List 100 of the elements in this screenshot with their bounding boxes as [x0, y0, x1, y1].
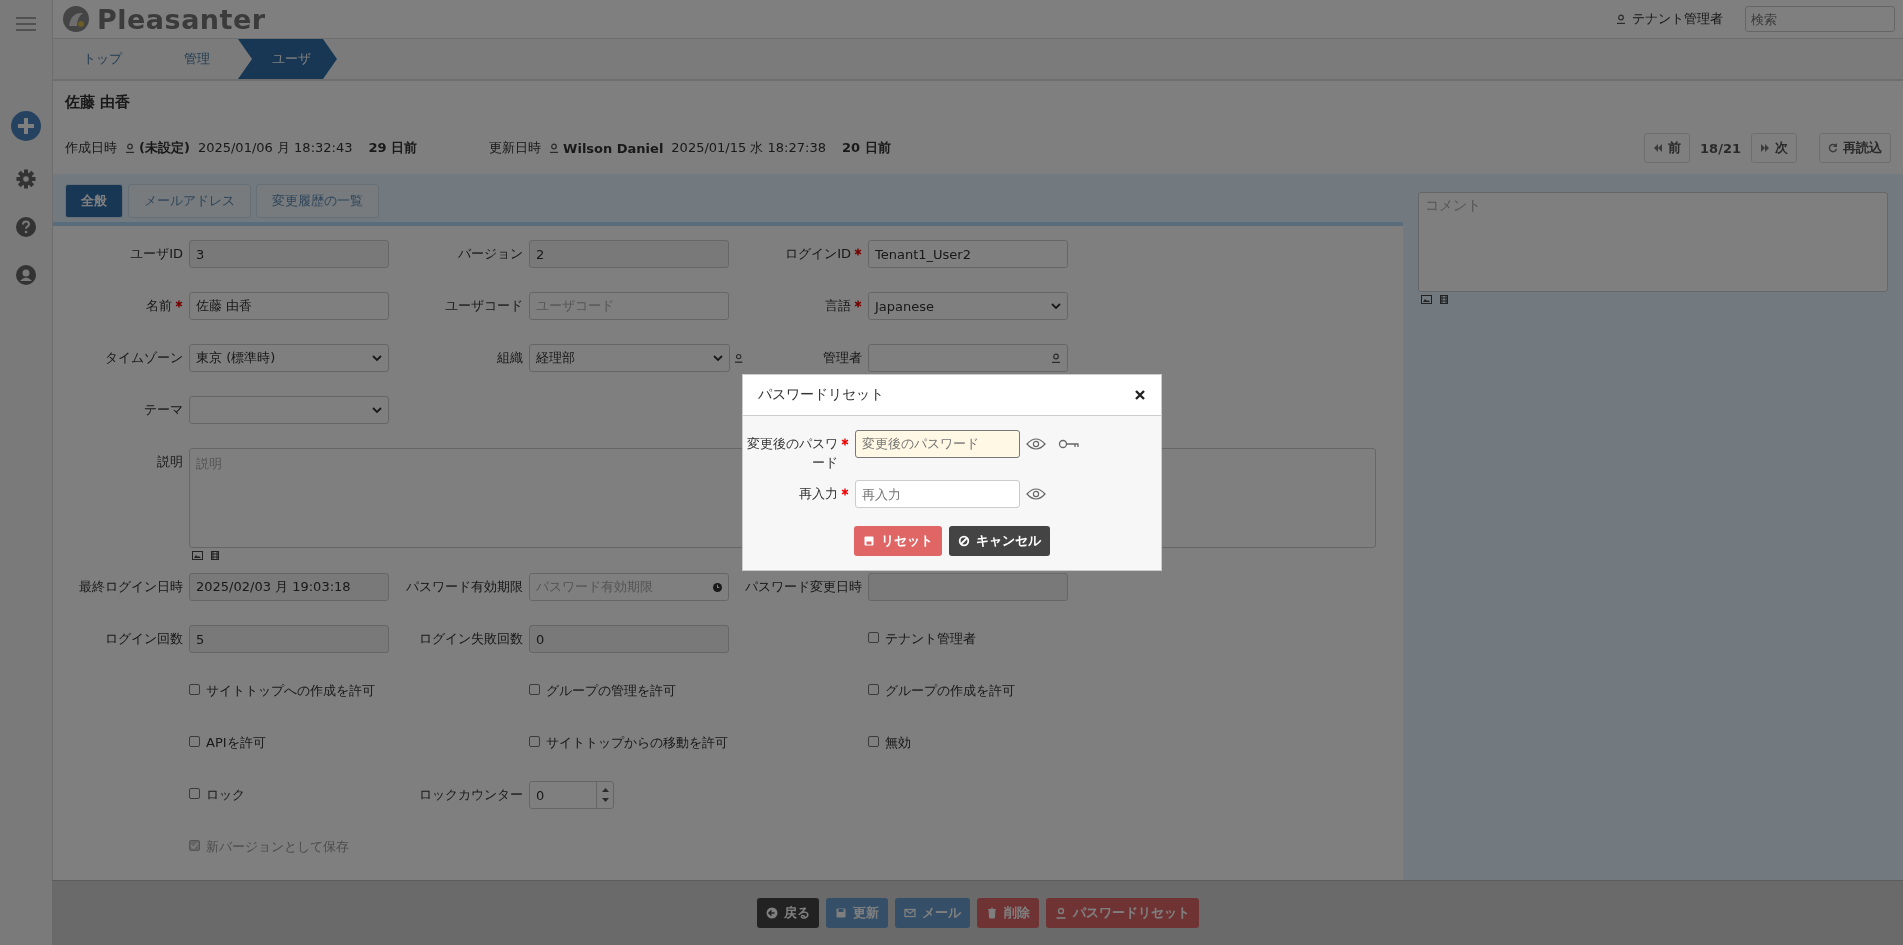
checkbox-label: 無効: [885, 734, 911, 752]
film-icon[interactable]: [1440, 295, 1448, 304]
field-label: 再入力: [798, 485, 838, 504]
text-field[interactable]: 2025/02/03 月 19:03:18: [189, 573, 389, 601]
password-field[interactable]: 再入力: [854, 480, 1020, 509]
envelope-icon: [903, 907, 916, 919]
user-icon: [125, 143, 135, 153]
field-label: 変更後のパスワード: [745, 434, 838, 472]
field-label: 名前: [146, 297, 172, 315]
trash-icon: [985, 907, 998, 919]
dialog-title: パスワードリセット: [757, 385, 884, 404]
logo-icon: [61, 4, 91, 34]
datetime-text: 2025/01/15 水 18:27:38: [671, 139, 826, 157]
menu-icon[interactable]: [16, 17, 36, 31]
help-icon[interactable]: [16, 217, 36, 237]
update-button[interactable]: 更新: [825, 898, 888, 928]
caret-icon: [712, 354, 723, 362]
checkbox[interactable]: [868, 736, 879, 747]
text-field[interactable]: 佐藤 由香: [189, 292, 389, 320]
checkbox[interactable]: [868, 684, 879, 695]
user-field[interactable]: [868, 344, 1068, 372]
checkbox[interactable]: [189, 736, 200, 747]
mail-button[interactable]: メール: [894, 898, 970, 928]
checkbox-label: APIを許可: [206, 734, 266, 752]
field-label: パスワード変更日時: [745, 578, 862, 596]
user-icon: [549, 143, 560, 153]
checkbox[interactable]: [189, 788, 200, 799]
cancel-button[interactable]: キャンセル: [948, 526, 1050, 557]
datetime-text: 2025/01/06 月 18:32:43: [197, 139, 353, 157]
key-icon[interactable]: [1057, 438, 1080, 449]
caret-icon: [372, 406, 382, 414]
checkbox-label: サイトトップへの作成を許可: [206, 682, 375, 700]
user-icon: [1051, 353, 1061, 363]
password-field[interactable]: 変更後のパスワード: [854, 429, 1020, 458]
reset-button[interactable]: リセット: [853, 526, 942, 557]
close-icon[interactable]: [1134, 389, 1145, 400]
elapsed-text: 20 日前: [841, 139, 891, 157]
delete-button[interactable]: 削除: [976, 898, 1039, 928]
film-icon[interactable]: [211, 551, 219, 560]
password-button[interactable]: パスワードリセット: [1045, 898, 1199, 928]
meta-label: 更新日時: [489, 139, 542, 157]
checkbox-label: ロック: [206, 786, 245, 804]
clock-icon[interactable]: [713, 582, 722, 592]
eye-icon[interactable]: [1025, 488, 1046, 501]
checkbox[interactable]: [189, 684, 200, 695]
fast-forward-icon: [1760, 144, 1770, 152]
text-field[interactable]: [868, 573, 1068, 601]
user-icon: [1054, 907, 1067, 919]
account-icon[interactable]: [16, 265, 36, 285]
back-button[interactable]: 戻る: [756, 898, 819, 928]
add-icon[interactable]: [11, 111, 41, 141]
select-field[interactable]: 経理部: [529, 344, 730, 372]
search-field[interactable]: 検索: [1745, 6, 1895, 32]
field-label: タイムゾーン: [105, 349, 183, 367]
image-icon[interactable]: [1421, 295, 1432, 304]
user-name[interactable]: テナント管理者: [1632, 10, 1723, 28]
meta-label: 作成日時: [65, 139, 117, 157]
eye-icon[interactable]: [1025, 437, 1046, 450]
record-position: 18/21: [1700, 140, 1741, 156]
number-field[interactable]: 0: [529, 781, 614, 809]
field-label: 言語: [825, 297, 851, 315]
select-field[interactable]: [189, 396, 389, 424]
save-icon: [862, 535, 875, 548]
tab[interactable]: 全般: [65, 184, 123, 218]
field-label: バージョン: [458, 245, 523, 263]
spinner-icon[interactable]: [601, 787, 609, 803]
text-field[interactable]: 0: [529, 625, 729, 653]
text-field[interactable]: 5: [189, 625, 389, 653]
text-field[interactable]: 3: [189, 240, 389, 268]
checkbox-label: グループの管理を許可: [546, 682, 676, 700]
select-field[interactable]: Japanese: [868, 292, 1068, 320]
reload-button[interactable]: 再読込: [1819, 133, 1891, 163]
field-label: ログイン失敗回数: [419, 630, 523, 648]
user-icon: [1616, 14, 1626, 24]
image-icon[interactable]: [192, 551, 203, 560]
field-label: ログイン回数: [105, 630, 183, 648]
rewind-icon: [1653, 144, 1664, 152]
checkbox[interactable]: [868, 632, 879, 643]
next-button[interactable]: 次: [1751, 133, 1797, 163]
caret-icon: [1051, 302, 1061, 310]
field-label: ログインID: [785, 245, 851, 263]
checkbox-label: テナント管理者: [885, 630, 976, 648]
checkbox[interactable]: [529, 684, 540, 695]
breadcrumb-item[interactable]: ユーザ: [238, 39, 337, 79]
text-field[interactable]: 2: [529, 240, 729, 268]
checkbox-label: グループの作成を許可: [885, 682, 1015, 700]
field-label: ユーザコード: [445, 297, 523, 315]
save-icon: [834, 907, 847, 919]
checkbox[interactable]: [529, 736, 540, 747]
settings-icon[interactable]: [16, 169, 36, 189]
field-label: 最終ログイン日時: [79, 578, 183, 596]
ban-icon: [957, 535, 970, 548]
field-label: 管理者: [823, 349, 862, 367]
back-arrow-icon: [765, 907, 778, 919]
reload-icon: [1828, 143, 1838, 153]
select-field[interactable]: 東京 (標準時): [189, 344, 389, 372]
text-field[interactable]: Tenant1_User2: [868, 240, 1068, 268]
previous-button[interactable]: 前: [1644, 133, 1691, 163]
checkbox-label: サイトトップからの移動を許可: [546, 734, 728, 752]
record-title: 佐藤 由香: [65, 93, 132, 112]
